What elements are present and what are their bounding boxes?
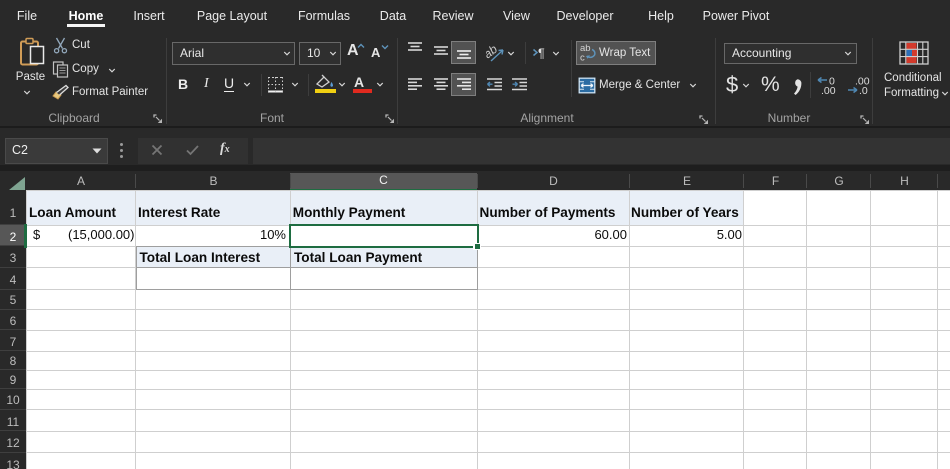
svg-text:.00: .00 (821, 85, 836, 95)
svg-text:c: c (580, 53, 585, 63)
svg-text:.0: .0 (859, 85, 868, 95)
svg-text:¶: ¶ (538, 47, 545, 60)
